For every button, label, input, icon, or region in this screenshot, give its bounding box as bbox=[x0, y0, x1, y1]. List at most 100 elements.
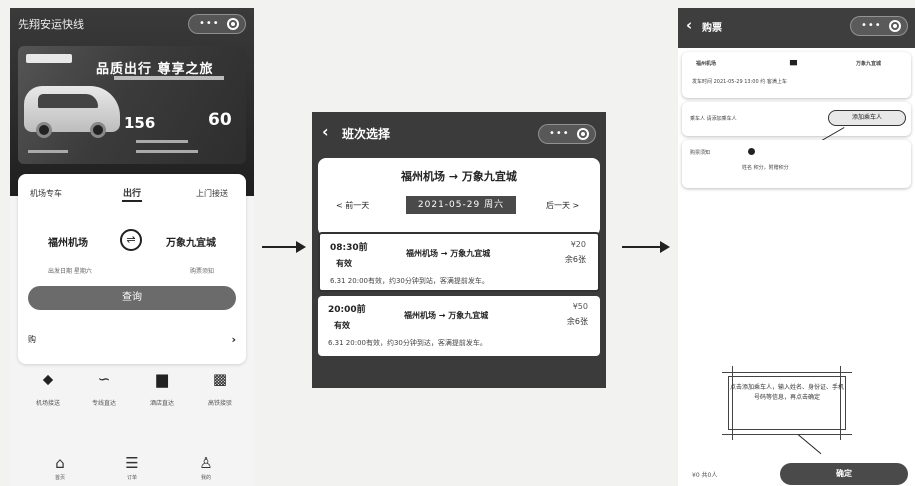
nav-mine[interactable]: ♙ 我的 bbox=[186, 454, 226, 481]
trip-status: 有效 bbox=[336, 259, 352, 268]
flow-illustration: 先翔安运快线 ••• 品质出行 尊享之旅 156 60 机场专车 出行 上门接送… bbox=[0, 0, 915, 486]
trip-status: 有效 bbox=[334, 321, 350, 330]
summary-to: 万象九宜城 bbox=[856, 61, 882, 67]
location-pin-icon: ⬥ bbox=[42, 370, 54, 388]
passenger-label: 乘车人 请添加乘车人 bbox=[690, 116, 737, 122]
more-row-label: 购 bbox=[28, 335, 36, 344]
service-item[interactable]: ▩ 高铁接驳 bbox=[194, 368, 246, 407]
home-header: 先翔安运快线 ••• 品质出行 尊享之旅 156 60 bbox=[10, 8, 254, 196]
trip-summary: 福州机场 ▄ 万象九宜城 发车时间 2021-05-29 13:00 约 客满上… bbox=[682, 52, 911, 98]
service-label: 酒店直达 bbox=[149, 400, 174, 407]
flow-arrow-2 bbox=[622, 241, 670, 253]
miniapp-capsule[interactable]: ••• bbox=[538, 124, 596, 144]
station-selector: 福州机场 ⇌ 万象九宜城 bbox=[18, 226, 246, 266]
service-tabs: 机场专车 出行 上门接送 bbox=[18, 174, 246, 210]
app-title: 先翔安运快线 bbox=[18, 18, 84, 31]
home-icon: ⌂ bbox=[55, 454, 65, 472]
trip-card-selected[interactable]: 08:30前 有效 福州机场 → 万象九宜城 ¥20 余6张 6.31 20:0… bbox=[318, 232, 600, 292]
banner-price-b: 60 bbox=[208, 110, 232, 130]
orders-icon: ☰ bbox=[125, 454, 139, 472]
home-screen: 先翔安运快线 ••• 品质出行 尊享之旅 156 60 机场专车 出行 上门接送… bbox=[10, 8, 254, 486]
service-label: 高铁接驳 bbox=[207, 400, 232, 407]
more-icon[interactable]: ••• bbox=[549, 128, 570, 139]
passenger-section: 乘车人 请添加乘车人 添加乘车人 bbox=[682, 102, 911, 136]
booking-card: 机场专车 出行 上门接送 福州机场 ⇌ 万象九宜城 出发日期 星期六 购票须知 … bbox=[18, 174, 246, 364]
nav-label: 我的 bbox=[200, 475, 211, 481]
tab-travel[interactable]: 出行 bbox=[100, 180, 164, 210]
notice-link[interactable]: 购票须知 bbox=[190, 266, 214, 275]
purchase-screen: ‹ 购票 ••• 福州机场 ▄ 万象九宜城 发车时间 2021-05-29 13… bbox=[678, 8, 915, 486]
nav-home[interactable]: ⌂ 首页 bbox=[40, 454, 80, 481]
chevron-right-icon: › bbox=[231, 333, 236, 346]
to-station[interactable]: 万象九宜城 bbox=[166, 234, 216, 249]
page-title: 班次选择 bbox=[342, 127, 391, 141]
add-passenger-button[interactable]: 添加乘车人 bbox=[828, 110, 906, 126]
date-hint[interactable]: 出发日期 星期六 bbox=[48, 266, 92, 275]
page-title: 购票 bbox=[702, 23, 722, 34]
trip-card[interactable]: 20:00前 有效 福州机场 → 万象九宜城 ¥50 余6张 6.31 20:0… bbox=[318, 296, 600, 356]
banner-subtitle bbox=[114, 76, 224, 80]
close-icon[interactable] bbox=[227, 18, 239, 30]
nav-label: 订单 bbox=[126, 475, 137, 481]
service-grid: ⬥ 机场接送 ∽ 专线直达 ▆ 酒店直达 ▩ 高铁接驳 bbox=[18, 368, 246, 420]
close-icon[interactable] bbox=[577, 128, 589, 140]
help-annotation: 点击添加乘车人，输入姓名、身份证、手机号码等信息，再点击确定 bbox=[728, 376, 846, 430]
train-icon: ▩ bbox=[212, 370, 228, 388]
banner-price-a: 156 bbox=[124, 114, 156, 132]
current-date[interactable]: 2021-05-29 周六 bbox=[406, 196, 516, 214]
promo-banner[interactable]: 品质出行 尊享之旅 156 60 bbox=[18, 46, 246, 164]
flow-arrow-1 bbox=[262, 241, 306, 253]
notice-subtext: 姓名 积分，附赠积分 bbox=[742, 165, 789, 171]
service-label: 专线直达 bbox=[91, 400, 116, 407]
more-icon[interactable]: ••• bbox=[199, 18, 220, 29]
schedule-screen: ‹ 班次选择 ••• 福州机场 → 万象九宜城 < 前一天 2021-05-29… bbox=[312, 112, 606, 388]
trip-route: 福州机场 → 万象九宜城 bbox=[404, 311, 489, 320]
trip-note: 6.31 20:00有效，约30分钟到站，客满提前发车。 bbox=[330, 277, 489, 285]
nav-orders[interactable]: ☰ 订单 bbox=[112, 454, 152, 481]
trip-time: 20:00前 bbox=[328, 305, 366, 315]
date-card: 福州机场 → 万象九宜城 < 前一天 2021-05-29 周六 后一天 > bbox=[318, 158, 600, 236]
miniapp-capsule[interactable]: ••• bbox=[850, 16, 908, 36]
trip-price: ¥50 bbox=[572, 302, 588, 311]
prev-day-button[interactable]: < 前一天 bbox=[336, 200, 369, 211]
miniapp-capsule[interactable]: ••• bbox=[188, 14, 246, 34]
back-icon[interactable]: ‹ bbox=[322, 122, 329, 141]
notice-label: 购票须知 bbox=[690, 150, 711, 156]
service-label: 机场接送 bbox=[35, 400, 60, 407]
trip-seats: 余6张 bbox=[566, 317, 588, 326]
total-price: ¥0 共0人 bbox=[692, 472, 718, 479]
service-item[interactable]: ∽ 专线直达 bbox=[78, 368, 130, 407]
notice-section: 购票须知 姓名 积分，附赠积分 bbox=[682, 140, 911, 188]
query-button[interactable]: 查询 bbox=[28, 286, 236, 310]
checkbox[interactable] bbox=[748, 148, 755, 155]
tab-airport[interactable]: 机场专车 bbox=[30, 188, 62, 199]
trip-time: 08:30前 bbox=[330, 243, 368, 253]
route-title: 福州机场 → 万象九宜城 bbox=[401, 170, 517, 183]
close-icon[interactable] bbox=[889, 20, 901, 32]
banner-slogan: 品质出行 尊享之旅 bbox=[96, 62, 214, 77]
depart-line: 发车时间 2021-05-29 13:00 约 客满上车 bbox=[692, 79, 787, 85]
brand-logo bbox=[26, 54, 72, 63]
user-icon: ♙ bbox=[199, 454, 213, 472]
bus-icon: ▄ bbox=[790, 56, 797, 66]
trip-price: ¥20 bbox=[570, 240, 586, 249]
route-icon: ∽ bbox=[97, 370, 111, 388]
next-day-button[interactable]: 后一天 > bbox=[546, 200, 579, 211]
back-icon[interactable]: ‹ bbox=[686, 16, 692, 34]
schedule-navbar: ‹ 班次选择 ••• bbox=[312, 112, 606, 156]
swap-icon[interactable]: ⇌ bbox=[120, 229, 142, 251]
summary-from: 福州机场 bbox=[696, 61, 717, 67]
service-item[interactable]: ▆ 酒店直达 bbox=[136, 368, 188, 407]
from-station[interactable]: 福州机场 bbox=[48, 234, 88, 249]
confirm-button[interactable]: 确定 bbox=[780, 463, 908, 485]
annotation-pointer bbox=[797, 434, 822, 455]
nav-label: 首页 bbox=[54, 475, 65, 481]
trip-note: 6.31 20:00有效，约30分钟到达，客满提前发车。 bbox=[328, 339, 487, 347]
tab-pickup[interactable]: 上门接送 bbox=[196, 188, 228, 199]
more-icon[interactable]: ••• bbox=[861, 20, 882, 31]
purchase-navbar: ‹ 购票 ••• bbox=[678, 8, 915, 48]
trip-route: 福州机场 → 万象九宜城 bbox=[406, 249, 491, 258]
service-item[interactable]: ⬥ 机场接送 bbox=[22, 368, 74, 407]
car-illustration bbox=[24, 86, 120, 138]
more-row[interactable]: 购 › bbox=[28, 333, 236, 348]
